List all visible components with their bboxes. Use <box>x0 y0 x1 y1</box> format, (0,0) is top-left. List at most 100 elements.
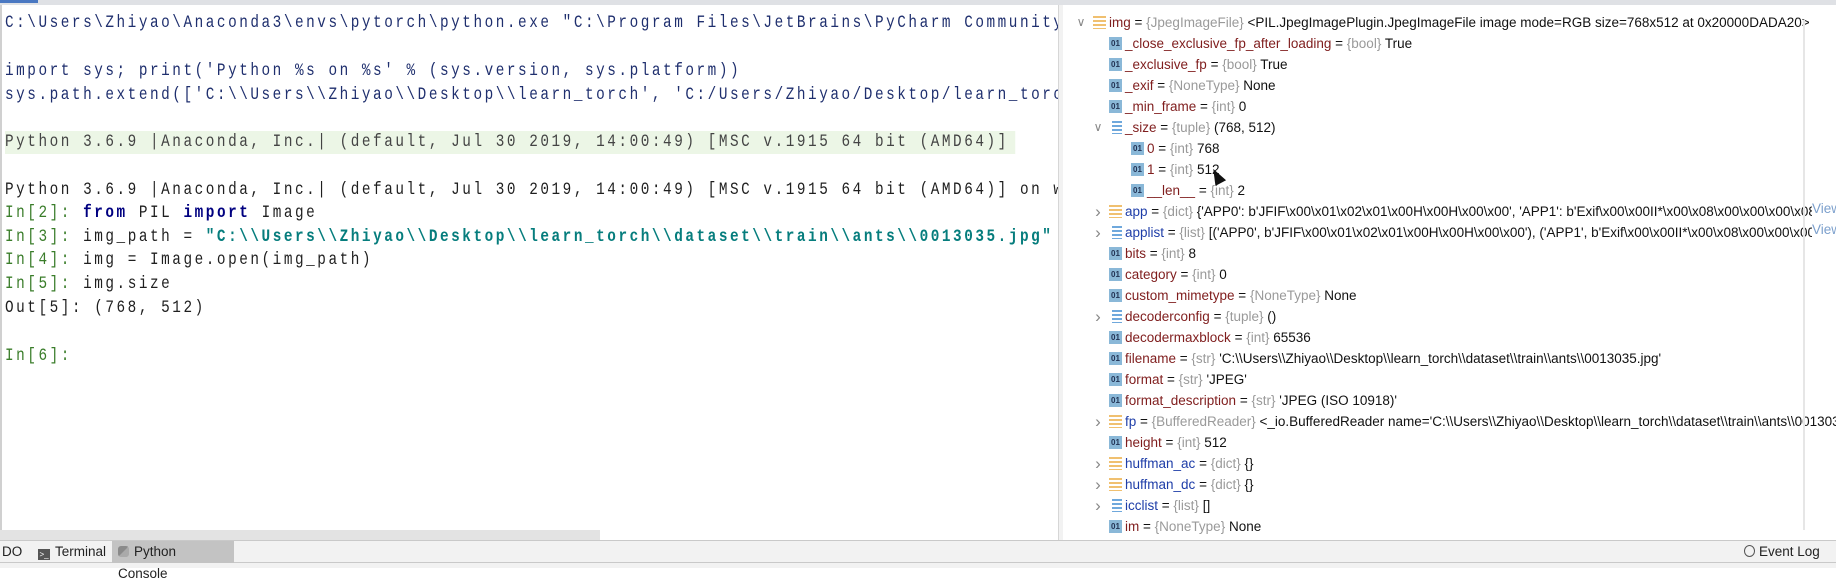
variable-entry: _exif = {NoneType} None <box>1125 75 1276 96</box>
active-tab-indicator <box>0 0 38 3</box>
variable-entry: img = {JpegImageFile} <PIL.JpegImagePlug… <box>1109 12 1810 33</box>
number-type-icon: 01 <box>1131 163 1144 176</box>
variable-entry: _min_frame = {int} 0 <box>1125 96 1246 117</box>
variable-entry: __len__ = {int} 2 <box>1147 180 1245 201</box>
variable-row[interactable]: › huffman_ac = {dict} {} <box>1063 453 1836 474</box>
prompt: In[2]: <box>5 203 84 223</box>
variable-entry: app = {dict} {'APP0': b'JFIF\x00\x01\x02… <box>1125 201 1836 222</box>
view-link[interactable]: View <box>1812 201 1836 222</box>
variable-row[interactable]: ∨ _size = {tuple} (768, 512) <box>1063 117 1836 138</box>
number-type-icon: 01 <box>1109 58 1122 71</box>
python-console-output[interactable]: C:\Users\Zhiyao\Anaconda3\envs\pytorch\p… <box>0 5 1058 530</box>
variable-value: <PIL.JpegImagePlugin.JpegImageFile image… <box>1247 15 1810 30</box>
variable-type: {str} <box>1178 372 1203 387</box>
variable-row[interactable]: 01 custom_mimetype = {NoneType} None <box>1063 285 1836 306</box>
variable-name: im <box>1125 519 1140 534</box>
variable-type: {JpegImageFile} <box>1146 15 1244 30</box>
variable-row[interactable]: 01 decodermaxblock = {int} 65536 <box>1063 327 1836 348</box>
console-input-prompt[interactable]: In[6]: <box>5 345 72 368</box>
variable-row[interactable]: › app = {dict} {'APP0': b'JFIF\x00\x01\x0… <box>1063 201 1836 222</box>
variables-tree[interactable]: ∨ img = {JpegImageFile} <PIL.JpegImagePlu… <box>1063 5 1836 540</box>
variable-row[interactable]: 01 format_description = {str} 'JPEG (ISO … <box>1063 390 1836 411</box>
chevron-down-icon[interactable]: ∨ <box>1092 117 1104 138</box>
variable-entry: _size = {tuple} (768, 512) <box>1125 117 1276 138</box>
variable-value: 65536 <box>1273 330 1311 345</box>
variable-row[interactable]: 01 __len__ = {int} 2 <box>1063 180 1836 201</box>
console-horizontal-scrollbar[interactable] <box>0 530 600 540</box>
variable-type: {int} <box>1177 435 1201 450</box>
variable-value: (768, 512) <box>1213 120 1276 135</box>
equals-sign: = <box>1146 246 1162 261</box>
variable-entry: 1 = {int} 512 <box>1147 159 1219 180</box>
variable-type: {int} <box>1169 141 1194 156</box>
variable-value: True <box>1384 36 1413 51</box>
tab-label: Terminal <box>55 544 107 559</box>
variable-row[interactable]: › huffman_dc = {dict} {} <box>1063 474 1836 495</box>
variable-row[interactable]: › decoderconfig = {tuple} () <box>1063 306 1836 327</box>
chevron-right-icon[interactable]: › <box>1092 306 1104 327</box>
variable-value: [] <box>1202 498 1211 513</box>
list-type-icon <box>1109 499 1122 512</box>
list-type-icon <box>1109 226 1122 239</box>
view-link[interactable]: View <box>1812 222 1836 243</box>
equals-sign: = <box>1331 36 1347 51</box>
chevron-right-icon[interactable]: › <box>1092 495 1104 516</box>
variable-name: decodermaxblock <box>1125 330 1231 345</box>
variable-type: {int} <box>1161 246 1185 261</box>
console-input-5: In[5]: img.size <box>5 273 172 296</box>
equals-sign: = <box>1234 288 1250 303</box>
variable-row[interactable]: › fp = {BufferedReader} <_io.BufferedRead… <box>1063 411 1836 432</box>
keyword: from <box>83 203 128 223</box>
variable-row[interactable]: ∨ img = {JpegImageFile} <PIL.JpegImagePlu… <box>1063 12 1836 33</box>
variable-name: huffman_ac <box>1125 456 1196 471</box>
variable-row[interactable]: › icclist = {list} [] <box>1063 495 1836 516</box>
variable-entry: huffman_ac = {dict} {} <box>1125 453 1254 474</box>
console-init-line-1: import sys; print('Python %s on %s' % (s… <box>5 61 742 81</box>
variable-row[interactable]: 01 im = {NoneType} None <box>1063 516 1836 537</box>
variable-row[interactable]: 01 filename = {str} 'C:\\Users\\Zhiyao\\D… <box>1063 348 1836 369</box>
variable-type: {NoneType} <box>1154 519 1226 534</box>
chevron-right-icon[interactable]: › <box>1092 474 1104 495</box>
variable-entry: icclist = {list} [] <box>1125 495 1210 516</box>
variable-row[interactable]: 01 _close_exclusive_fp_after_loading = {b… <box>1063 33 1836 54</box>
variable-entry: decodermaxblock = {int} 65536 <box>1125 327 1311 348</box>
chevron-right-icon[interactable]: › <box>1092 453 1104 474</box>
variable-row[interactable]: 01 1 = {int} 512 <box>1063 159 1836 180</box>
number-type-icon: 01 <box>1109 436 1122 449</box>
variable-row[interactable]: › applist = {list} [('APP0', b'JFIF\x00\x… <box>1063 222 1836 243</box>
variable-row[interactable]: 01 bits = {int} 8 <box>1063 243 1836 264</box>
list-type-icon <box>1109 310 1122 323</box>
variable-name: img <box>1109 15 1131 30</box>
variable-row[interactable]: 01 height = {int} 512 <box>1063 432 1836 453</box>
variable-row[interactable]: 01 category = {int} 0 <box>1063 264 1836 285</box>
variable-name: huffman_dc <box>1125 477 1196 492</box>
variable-row[interactable]: 01 0 = {int} 768 <box>1063 138 1836 159</box>
chevron-right-icon[interactable]: › <box>1092 201 1104 222</box>
number-type-icon: 01 <box>1131 142 1144 155</box>
equals-sign: = <box>1206 57 1223 72</box>
chevron-right-icon[interactable]: › <box>1092 222 1104 243</box>
tab-label: DO <box>2 544 23 559</box>
variable-row[interactable]: 01 _exif = {NoneType} None <box>1063 75 1836 96</box>
chevron-down-icon[interactable]: ∨ <box>1075 12 1087 33</box>
tab-todo[interactable]: DO <box>0 541 28 563</box>
variable-value: {} <box>1244 456 1254 471</box>
variable-row[interactable]: 01 _min_frame = {int} 0 <box>1063 96 1836 117</box>
tab-python-console[interactable]: Python Console <box>112 541 234 581</box>
variable-entry: fp = {BufferedReader} <_io.BufferedReade… <box>1125 411 1836 432</box>
number-type-icon: 01 <box>1109 289 1122 302</box>
variable-type: {dict} <box>1210 456 1241 471</box>
variable-row[interactable]: 01 _exclusive_fp = {bool} True <box>1063 54 1836 75</box>
equals-sign: = <box>1236 393 1252 408</box>
variable-name: 0 <box>1147 141 1155 156</box>
variable-row[interactable]: 01 format = {str} 'JPEG' <box>1063 369 1836 390</box>
console-version-line: Python 3.6.9 |Anaconda, Inc.| (default, … <box>5 180 1058 200</box>
chevron-right-icon[interactable]: › <box>1092 411 1104 432</box>
tab-terminal[interactable]: >_ Terminal <box>32 541 112 563</box>
variable-type: {list} <box>1179 225 1205 240</box>
variable-entry: format = {str} 'JPEG' <box>1125 369 1247 390</box>
variable-entry: _close_exclusive_fp_after_loading = {boo… <box>1125 33 1412 54</box>
object-type-icon <box>1093 16 1106 29</box>
variable-entry: custom_mimetype = {NoneType} None <box>1125 285 1357 306</box>
event-log-button[interactable]: Event Log <box>1738 541 1826 563</box>
